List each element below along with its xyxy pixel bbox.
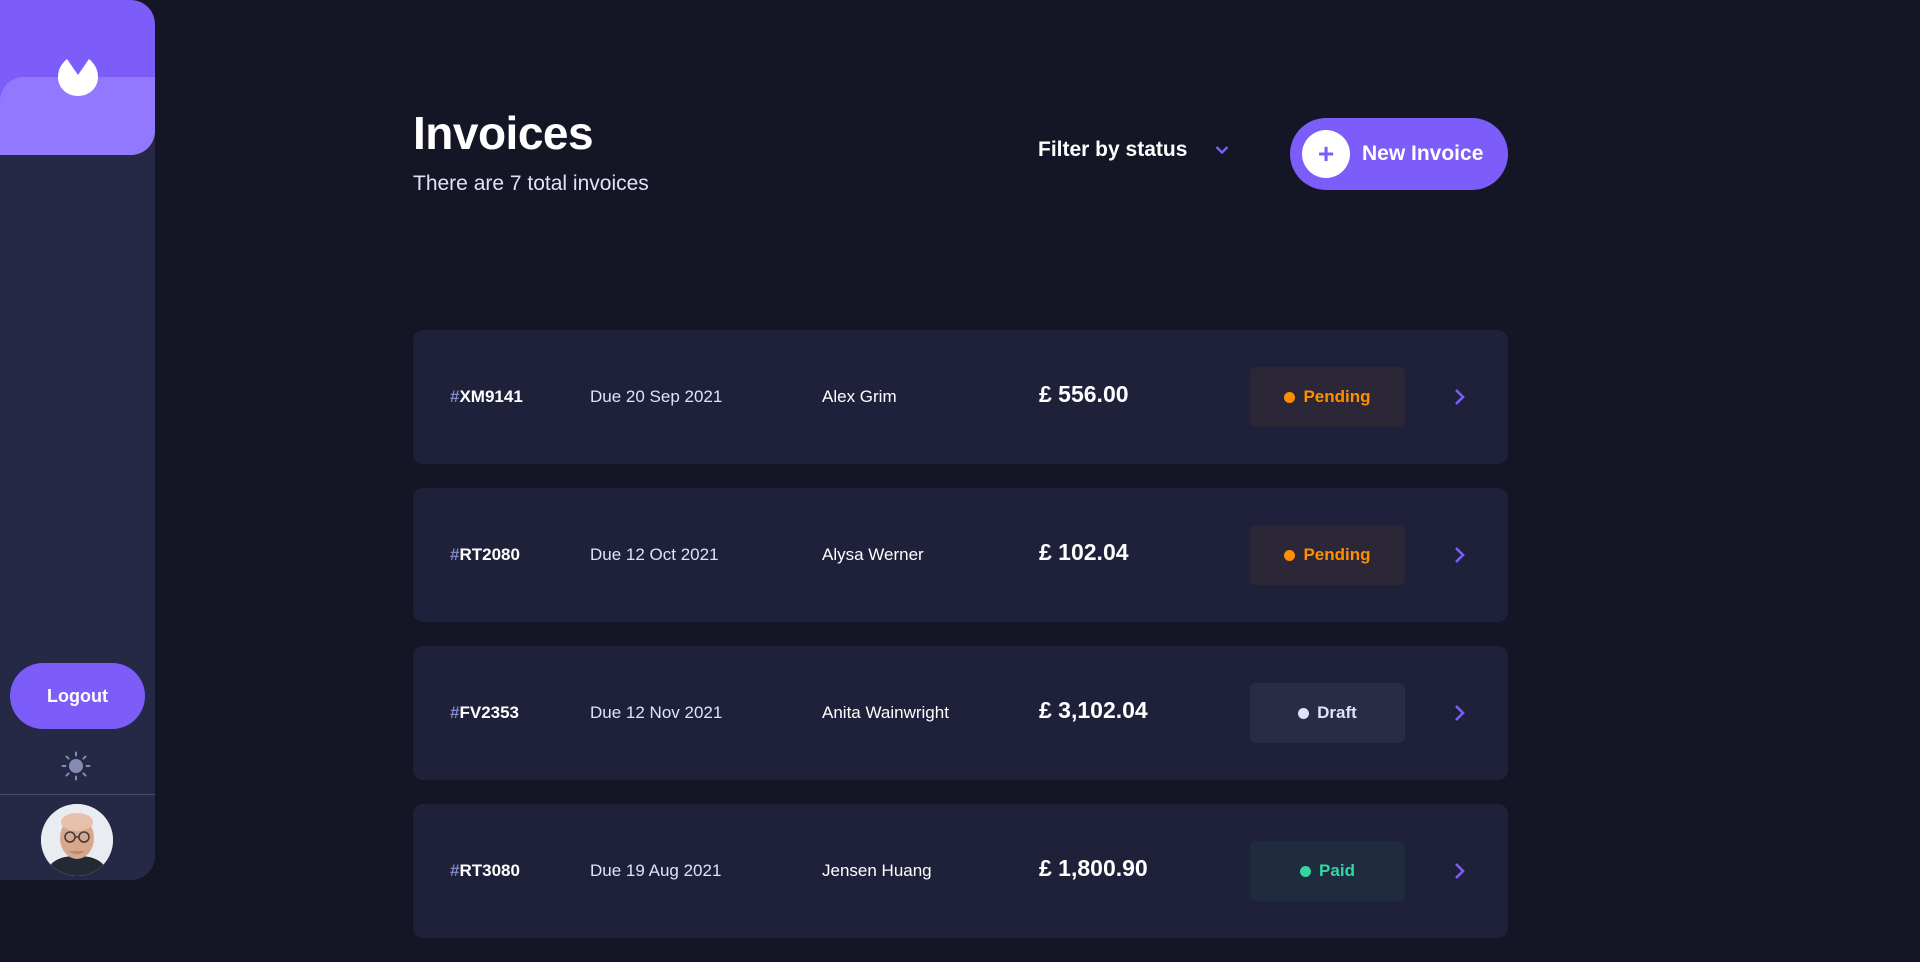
- status-label: Pending: [1303, 545, 1371, 564]
- chevron-right-icon[interactable]: [1453, 703, 1467, 723]
- invoice-id: #RT3080: [450, 861, 520, 881]
- status-badge: Draft: [1250, 683, 1405, 743]
- status-badge: Pending: [1250, 367, 1405, 427]
- invoice-row[interactable]: #XM9141 Due 20 Sep 2021 Alex Grim £ 556.…: [413, 330, 1508, 464]
- invoice-row[interactable]: #FV2353 Due 12 Nov 2021 Anita Wainwright…: [413, 646, 1508, 780]
- invoice-client: Jensen Huang: [822, 861, 932, 880]
- invoice-id: #RT2080: [450, 545, 520, 565]
- invoice-id-text: RT3080: [459, 861, 520, 880]
- status-dot: [1298, 707, 1310, 719]
- avatar-image: [41, 804, 113, 876]
- invoice-id-text: XM9141: [459, 387, 523, 406]
- invoice-list: #XM9141 Due 20 Sep 2021 Alex Grim £ 556.…: [413, 330, 1508, 962]
- sidebar-divider: [0, 794, 155, 795]
- new-invoice-button[interactable]: + New Invoice: [1290, 118, 1508, 190]
- status-badge: Paid: [1250, 841, 1405, 901]
- invoice-id: #XM9141: [450, 387, 523, 407]
- status-label: Pending: [1303, 387, 1371, 406]
- filter-label: Filter by status: [1038, 138, 1188, 161]
- page-title: Invoices: [413, 107, 594, 159]
- invoice-amount: £ 3,102.04: [1039, 697, 1148, 723]
- invoice-row[interactable]: #RT2080 Due 12 Oct 2021 Alysa Werner £ 1…: [413, 488, 1508, 622]
- invoice-client: Anita Wainwright: [822, 703, 949, 722]
- invoice-amount: £ 1,800.90: [1039, 855, 1148, 881]
- invoice-id-text: RT2080: [459, 545, 520, 564]
- logo[interactable]: [0, 0, 155, 155]
- invoice-amount: £ 102.04: [1039, 539, 1129, 565]
- status-label: Draft: [1317, 703, 1357, 722]
- filter-by-status[interactable]: Filter by status: [1038, 138, 1229, 162]
- sun-icon: [61, 751, 91, 781]
- chevron-down-icon: [1216, 146, 1229, 155]
- invoice-due-date: Due 12 Nov 2021: [590, 703, 723, 722]
- logout-button[interactable]: Logout: [10, 663, 145, 729]
- plus-icon: +: [1302, 130, 1350, 178]
- logo-icon: [58, 59, 98, 96]
- theme-toggle[interactable]: [59, 749, 93, 783]
- invoices-page: Invoices There are 7 total invoices Filt…: [413, 0, 1508, 938]
- status-dot: [1300, 865, 1312, 877]
- invoice-row[interactable]: #RT3080 Due 19 Aug 2021 Jensen Huang £ 1…: [413, 804, 1508, 938]
- invoice-count: There are 7 total invoices: [413, 172, 649, 195]
- status-label: Paid: [1319, 861, 1355, 880]
- sidebar: Logout: [0, 0, 155, 880]
- invoice-due-date: Due 12 Oct 2021: [590, 545, 719, 564]
- invoice-due-date: Due 20 Sep 2021: [590, 387, 723, 406]
- chevron-right-icon[interactable]: [1453, 545, 1467, 565]
- chevron-right-icon[interactable]: [1453, 387, 1467, 407]
- status-dot: [1284, 549, 1296, 561]
- status-dot: [1284, 391, 1296, 403]
- chevron-right-icon[interactable]: [1453, 861, 1467, 881]
- invoice-amount: £ 556.00: [1039, 381, 1129, 407]
- invoice-client: Alysa Werner: [822, 545, 924, 564]
- invoice-due-date: Due 19 Aug 2021: [590, 861, 722, 880]
- new-invoice-label: New Invoice: [1362, 142, 1484, 165]
- user-avatar[interactable]: [41, 804, 113, 876]
- invoice-client: Alex Grim: [822, 387, 897, 406]
- invoice-id-text: FV2353: [459, 703, 520, 722]
- invoice-id: #FV2353: [450, 703, 519, 723]
- status-badge: Pending: [1250, 525, 1405, 585]
